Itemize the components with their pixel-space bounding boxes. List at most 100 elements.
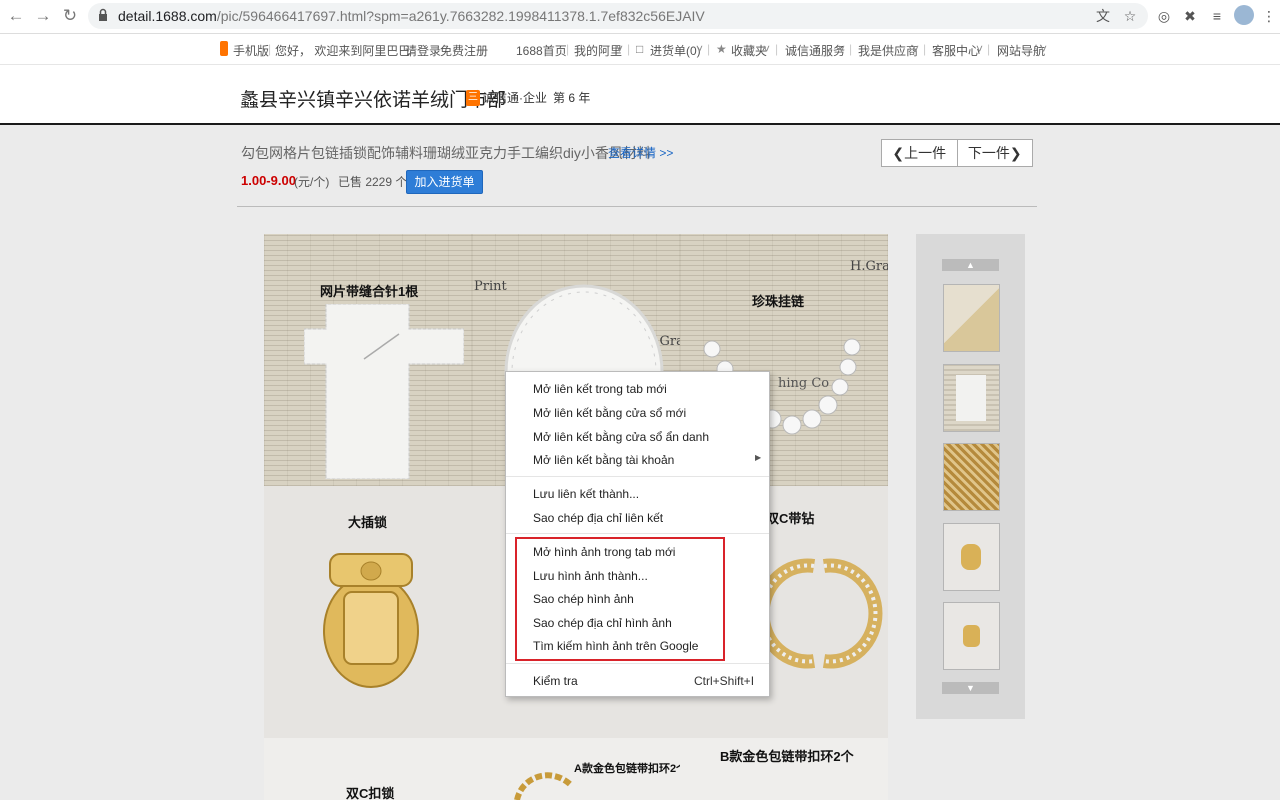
chevron-down-icon: ˅ [976,42,984,56]
mobile-link[interactable]: 手机版 [233,42,269,59]
favorites-menu[interactable]: 收藏夹 [731,42,767,59]
star-icon: ★ [716,42,727,56]
chevron-right-icon: ❯ [1009,145,1022,161]
cxt-badge-text: 诚信通·企业 [483,91,547,105]
menu-open-link-as-account[interactable]: Mở liên kết bằng tài khoản [533,453,674,467]
mobile-icon [220,41,228,56]
price-unit: (元/个) [294,175,330,189]
reload-icon[interactable]: ↻ [58,4,82,28]
separator: | [923,42,927,56]
separator: | [627,42,631,56]
chevron-down-icon: ˅ [696,42,704,56]
thumbnail-item[interactable] [943,364,1000,432]
supplier-menu[interactable]: 我是供应商 [858,42,918,59]
membership-years: 第 6 年 [553,91,591,105]
lock-icon[interactable] [98,8,108,27]
my-alibaba-menu[interactable]: 我的阿里 [574,42,622,59]
menu-open-link-new-window[interactable]: Mở liên kết bằng cửa sổ mới [533,406,686,420]
divider [237,206,1037,207]
chevron-down-icon: ˅ [763,42,771,56]
big-lock-tile: 大插锁 [264,486,472,738]
thumb-scroll-up-button[interactable]: ▲ [942,259,999,271]
item-pager: ❮上一件 下一件❯ [881,139,1033,167]
next-item-button[interactable]: 下一件❯ [958,140,1033,166]
address-bar[interactable]: detail.1688.com/pic/596466417697.html?sp… [88,3,1148,29]
mesh-label: 网片带缝合针1根 [320,284,419,299]
service-center-menu[interactable]: 客服中心 [932,42,980,59]
register-link[interactable]: 免费注册 [440,42,488,59]
double-c-lock-tile: 双C扣锁 [264,738,472,800]
thumbnail-item[interactable] [943,523,1000,591]
back-icon[interactable]: ← [4,4,28,28]
view-details-link[interactable]: 查看详情 >> [608,144,673,161]
shop-header: 蠡县辛兴镇辛兴依诺羊绒门市部 三 诚信通·企业第 6 年 [0,65,1280,125]
chevron-left-icon: ❮ [892,145,905,161]
thumbnail-item[interactable] [943,284,1000,352]
lock-label: 大插锁 [348,515,388,530]
chevron-down-icon: ˅ [912,42,920,56]
chain-b-tile: B款金色包链带扣环2个 [680,738,888,800]
pearl-label: 珍珠挂链 [752,294,805,309]
thumbnail-item[interactable] [943,602,1000,670]
site-nav-menu[interactable]: 网站导航 [997,42,1045,59]
cart-menu[interactable]: 进货单(0) [650,42,701,59]
thumbnail-panel: ▲ ▼ [916,234,1025,719]
owl-extension-icon[interactable]: ◎ [1153,4,1175,28]
thumb-lock-shape [963,625,980,647]
submenu-arrow-icon: ▶ [755,453,762,462]
separator: | [268,42,272,56]
login-link[interactable]: 请登录 [405,42,441,59]
home-link[interactable]: 1688首页 [516,42,567,59]
browser-toolbar: ← → ↻ detail.1688.com/pic/596466417697.h… [0,0,1280,34]
chevron-down-icon: ˅ [1040,42,1048,56]
chevron-down-icon: ˅ [838,42,846,56]
next-item-label: 下一件 [967,145,1010,161]
star-icon[interactable]: ☆ [1119,4,1141,28]
highlight-box [515,537,725,661]
product-title: 勾包网格片包链插锁配饰辅料珊瑚绒亚克力手工编织diy小香风材料 [241,145,651,161]
menu-save-link-as[interactable]: Lưu liên kết thành... [533,487,639,501]
mesh-sheet-tile: 网片带缝合针1根 [264,234,472,486]
menu-inspect[interactable]: Kiểm tra [533,674,578,688]
more-icon[interactable]: ⋮ [1258,4,1280,28]
newsprint-text: H.Grav [850,259,888,274]
price-range: 1.00-9.00 [241,173,296,188]
cxt-badge: 诚信通·企业第 6 年 [483,89,590,106]
translate-icon[interactable]: 文 [1092,4,1114,28]
chevron-down-icon: ˅ [616,42,624,56]
thumb-mesh-shape [956,375,986,421]
chain-b-label: B款金色包链带扣环2个 [720,749,854,764]
cxt-service-menu[interactable]: 诚信通服务 [785,42,845,59]
double-c-label: 双C带钻 [766,511,815,526]
cxt-badge-icon: 三 [466,90,480,106]
add-to-cart-button[interactable]: 加入进货单 [406,170,483,194]
menu-separator [506,476,769,477]
site-topbar: 手机版 | 您好， 欢迎来到阿里巴巴 请登录 免费注册 1688首页 | 我的阿… [0,34,1280,65]
thumb-lock-shape [961,544,981,570]
sold-count: 已售 2229 个 [338,175,408,189]
chain-a-tile: A款金色包链带扣环2个 [472,738,680,800]
puzzle-icon[interactable]: ✖ [1179,4,1201,28]
inspect-shortcut: Ctrl+Shift+I [694,674,755,688]
prev-item-label: 上一件 [904,145,947,161]
separator: | [707,42,711,56]
prev-item-button[interactable]: ❮上一件 [882,140,958,166]
menu-open-link-new-tab[interactable]: Mở liên kết trong tab mới [533,382,667,396]
reading-list-icon[interactable]: ≡ [1206,4,1228,28]
avatar[interactable] [1234,5,1254,25]
separator: | [987,42,991,56]
menu-separator [506,663,769,664]
menu-copy-link-address[interactable]: Sao chép địa chỉ liên kết [533,511,663,525]
separator: | [566,42,570,56]
thumb-scroll-down-button[interactable]: ▼ [942,682,999,694]
forward-icon[interactable]: → [31,4,55,28]
separator: | [849,42,853,56]
cart-icon: □ [636,42,644,56]
greeting-text: 您好， 欢迎来到阿里巴巴 [275,44,411,58]
double-c-lock-label: 双C扣锁 [346,786,395,800]
thumbnail-item[interactable] [943,443,1000,511]
separator: | [775,42,779,56]
menu-open-link-incognito[interactable]: Mở liên kết bằng cửa sổ ẩn danh [533,430,709,444]
menu-separator [506,533,769,534]
url-text[interactable]: detail.1688.com/pic/596466417697.html?sp… [118,3,705,29]
